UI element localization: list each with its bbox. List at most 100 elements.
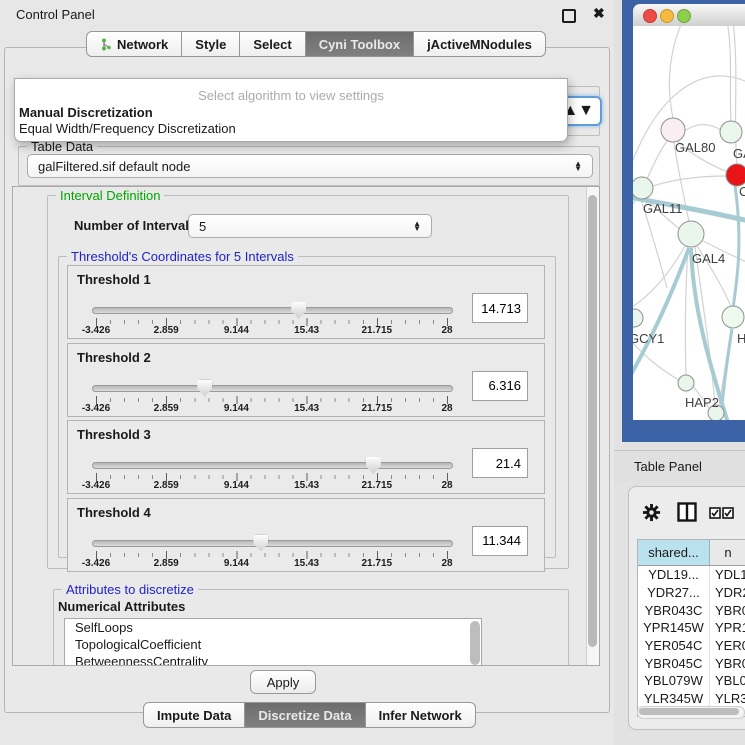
- attribute-item[interactable]: SelfLoops: [65, 619, 481, 636]
- network-edge[interactable]: [647, 138, 669, 179]
- network-edge[interactable]: [683, 125, 721, 132]
- network-node[interactable]: [722, 306, 744, 328]
- cell-shared-name[interactable]: YBR043C: [638, 601, 710, 619]
- threshold-slider-thumb[interactable]: [366, 457, 381, 474]
- table-data-combobox[interactable]: galFiltered.sif default node ▲▼: [27, 154, 593, 178]
- scrollbar-thumb[interactable]: [588, 195, 597, 647]
- threshold-value-field[interactable]: [472, 448, 528, 478]
- table-panel-title: Table Panel: [634, 459, 702, 474]
- float-window-icon[interactable]: [562, 9, 576, 23]
- threshold-slider-track[interactable]: [92, 385, 453, 392]
- attribute-item[interactable]: TopologicalCoefficient: [65, 636, 481, 653]
- scrollbar-thumb[interactable]: [639, 708, 739, 715]
- column-header-shared-name[interactable]: shared...: [638, 540, 710, 565]
- attribute-item[interactable]: BetweennessCentrality: [65, 653, 481, 666]
- apply-button[interactable]: Apply: [250, 670, 316, 694]
- mac-minimize-icon[interactable]: [660, 9, 674, 23]
- list-scrollbar[interactable]: [470, 621, 480, 665]
- num-intervals-combobox[interactable]: 5 ▲▼: [188, 214, 432, 238]
- table-row[interactable]: YLR345WYLR3: [638, 690, 745, 708]
- tab-select[interactable]: Select: [240, 31, 305, 57]
- table-row[interactable]: YBL079WYBL0: [638, 672, 745, 690]
- threshold-label: Threshold 4: [77, 505, 151, 520]
- tab-style[interactable]: Style: [182, 31, 240, 57]
- tab-network[interactable]: Network: [86, 31, 182, 57]
- tab-cyni-toolbox[interactable]: Cyni Toolbox: [306, 31, 414, 57]
- network-window-titlebar[interactable]: [633, 4, 745, 27]
- bottom-tab-infer-network[interactable]: Infer Network: [366, 702, 476, 728]
- network-edge[interactable]: [685, 247, 688, 375]
- dropdown-item-manual-discretization[interactable]: Manual Discretization: [19, 105, 153, 120]
- tab-jactivemnodules[interactable]: jActiveMNodules: [414, 31, 546, 57]
- bottom-tab-impute-data[interactable]: Impute Data: [143, 702, 245, 728]
- cell-shared-name[interactable]: YLR345W: [638, 690, 710, 708]
- mac-close-icon[interactable]: [643, 9, 657, 23]
- threshold-slider-track[interactable]: [92, 462, 453, 469]
- network-node[interactable]: [726, 164, 745, 186]
- attributes-list[interactable]: SelfLoopsTopologicalCoefficientBetweenne…: [64, 618, 482, 666]
- cell-name[interactable]: YER0: [710, 637, 745, 655]
- cell-shared-name[interactable]: YPR145W: [638, 619, 710, 637]
- threshold-value-field[interactable]: [472, 526, 528, 556]
- threshold-value-field[interactable]: [472, 293, 528, 323]
- cell-name[interactable]: YDR2: [710, 584, 745, 602]
- tick-label: 21.715: [362, 325, 393, 336]
- table-row[interactable]: YDR27...YDR2: [638, 584, 745, 602]
- table-row[interactable]: YBR043CYBR0: [638, 601, 745, 619]
- network-node[interactable]: [678, 221, 704, 247]
- slider-ticks-icon: [92, 551, 452, 559]
- threshold-slider-thumb[interactable]: [253, 535, 268, 552]
- cell-shared-name[interactable]: YDL19...: [638, 566, 710, 584]
- slider-ticks-icon: [92, 318, 452, 326]
- cell-name[interactable]: YDL1: [710, 566, 745, 584]
- threshold-slider-track[interactable]: [92, 307, 453, 314]
- gear-icon[interactable]: [642, 503, 661, 522]
- table-row[interactable]: YER054CYER0: [638, 637, 745, 655]
- node-label: GA: [733, 146, 745, 161]
- cell-name[interactable]: YBL0: [710, 672, 745, 690]
- tick-label: 2.859: [154, 325, 179, 336]
- bottom-tab-discretize-data[interactable]: Discretize Data: [245, 702, 365, 728]
- cell-shared-name[interactable]: YBL079W: [638, 672, 710, 690]
- table-horizontal-scrollbar[interactable]: [637, 706, 745, 719]
- cell-name[interactable]: YPR1: [710, 619, 745, 637]
- close-icon[interactable]: ✖: [593, 5, 605, 22]
- threshold-slider-track[interactable]: [92, 540, 453, 547]
- cell-shared-name[interactable]: YBR045C: [638, 654, 710, 672]
- tab-label: Style: [195, 37, 226, 52]
- split-columns-icon[interactable]: [677, 502, 697, 522]
- column-header-name[interactable]: n: [710, 540, 745, 565]
- checkbox-icon[interactable]: [722, 507, 734, 519]
- checkbox-icon[interactable]: [709, 507, 721, 519]
- threshold-slider-thumb[interactable]: [197, 380, 212, 397]
- network-view-window[interactable]: GAL80GACGAL11GAL4GCY1HHAP2: [622, 0, 745, 442]
- network-node[interactable]: [633, 177, 653, 199]
- settings-scrollbar[interactable]: [586, 187, 599, 665]
- network-edge[interactable]: [727, 26, 731, 122]
- dropdown-item-equal-width-frequency-discretization[interactable]: Equal Width/Frequency Discretization: [19, 121, 236, 136]
- network-edge[interactable]: [653, 176, 727, 186]
- table-row[interactable]: YBR045CYBR0: [638, 654, 745, 672]
- cell-name[interactable]: YBR0: [710, 601, 745, 619]
- table-row[interactable]: YPR145WYPR1: [638, 619, 745, 637]
- network-canvas[interactable]: GAL80GACGAL11GAL4GCY1HHAP2: [633, 26, 745, 420]
- cell-shared-name[interactable]: YER054C: [638, 637, 710, 655]
- network-node[interactable]: [633, 309, 643, 327]
- cell-shared-name[interactable]: YDR27...: [638, 584, 710, 602]
- cell-name[interactable]: YBR0: [710, 654, 745, 672]
- network-node[interactable]: [661, 118, 685, 142]
- mac-zoom-icon[interactable]: [677, 9, 691, 23]
- network-graph[interactable]: GAL80GACGAL11GAL4GCY1HHAP2: [633, 26, 745, 420]
- threshold-value-field[interactable]: [472, 371, 528, 401]
- threshold-slider-thumb[interactable]: [291, 302, 306, 319]
- network-node[interactable]: [678, 375, 694, 391]
- network-edge[interactable]: [633, 198, 637, 222]
- network-edge[interactable]: [733, 26, 737, 164]
- table-data-combo-value: galFiltered.sif default node: [38, 159, 190, 174]
- tab-label: Discretize Data: [258, 708, 351, 723]
- network-edge[interactable]: [669, 26, 683, 118]
- table-row[interactable]: YDL19...YDL1: [638, 566, 745, 584]
- cell-name[interactable]: YLR3: [710, 690, 745, 708]
- network-node[interactable]: [720, 121, 742, 143]
- network-edge-highlighted[interactable]: [733, 186, 739, 308]
